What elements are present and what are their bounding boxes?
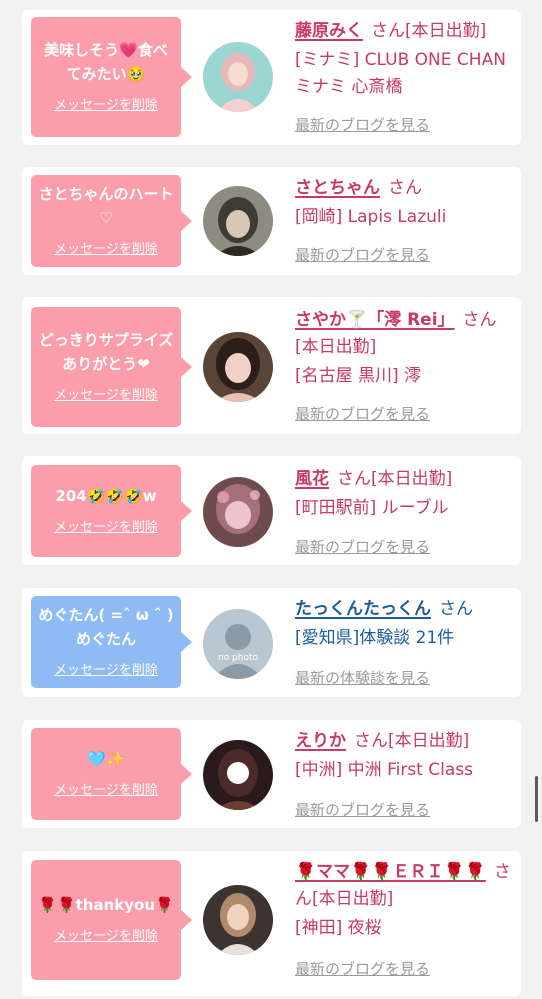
avatar[interactable] <box>203 885 273 955</box>
delete-message-link[interactable]: メッセージを削除 <box>54 238 158 257</box>
message-card: 🩵✨ メッセージを削除 えりか さん[本日出勤] [中洲] 中洲 First Cl… <box>22 720 521 828</box>
latest-blog-link[interactable]: 最新のブログを見る <box>295 536 430 557</box>
user-info: たっくんたっくん さん [愛知県]体験談 21件 <box>295 596 513 652</box>
message-text: 🌹🌹thankyou🌹 <box>38 895 174 914</box>
message-bubble: めぐたん( =ˆ ω ˆ )めぐたん メッセージを削除 <box>31 596 192 688</box>
shop-name: 澪 <box>404 366 422 386</box>
honorific: さん <box>371 21 405 41</box>
message-bubble: 🌹🌹thankyou🌹 メッセージを削除 <box>31 860 192 980</box>
avatar[interactable]: no photo <box>203 609 273 679</box>
honorific: さん <box>462 310 497 330</box>
area-label: [名古屋 黒川] <box>295 366 399 386</box>
status-badge: [本日出勤] <box>371 469 453 489</box>
message-bubble: さとちゃんのハート♡ メッセージを削除 <box>31 175 192 267</box>
honorific: さん <box>354 731 388 751</box>
shop-name: ルーブル <box>381 498 449 518</box>
delete-message-link[interactable]: メッセージを削除 <box>54 925 158 944</box>
cast-name-link[interactable]: さとちゃん <box>295 178 380 198</box>
avatar[interactable] <box>203 42 273 112</box>
cast-info: さやか🍸「澪 Rei」 さん [本日出勤] [名古屋 黒川] 澪 <box>295 307 513 390</box>
cast-info: 🌹ママ🌹🌹ＥＲＩ🌹🌹 さん[本日出勤] [神田] 夜桜 <box>295 859 513 942</box>
cast-name-link[interactable]: 藤原みく <box>295 21 363 41</box>
message-text: どっきりサプライズありがとう❤︎ <box>38 331 174 373</box>
cast-info: えりか さん[本日出勤] [中洲] 中洲 First Class <box>295 728 513 784</box>
area-label: [神田] <box>295 918 343 938</box>
latest-blog-link[interactable]: 最新のブログを見る <box>295 403 430 424</box>
avatar[interactable] <box>203 332 273 402</box>
status-badge: [本日出勤] <box>312 889 394 909</box>
review-count: 体験談 21件 <box>359 628 455 648</box>
cast-info: さとちゃん さん [岡崎] Lapis Lazuli <box>295 175 513 231</box>
latest-blog-link[interactable]: 最新のブログを見る <box>295 799 430 820</box>
message-bubble: どっきりサプライズありがとう❤︎ メッセージを削除 <box>31 307 192 427</box>
cast-name-link[interactable]: 風花 <box>295 469 329 489</box>
avatar[interactable] <box>203 477 273 547</box>
area-label: [ミナミ] <box>295 50 360 70</box>
avatar[interactable] <box>203 740 273 810</box>
no-photo-label: no photo <box>217 653 259 663</box>
latest-review-link[interactable]: 最新の体験談を見る <box>295 667 430 688</box>
message-text: 🩵✨ <box>87 749 125 768</box>
message-card: 美味しそう💗食べてみたい🥹 メッセージを削除 藤原みく さん[本日出勤] [ミナミ… <box>22 10 521 145</box>
shop-name: 中洲 First Class <box>347 760 473 780</box>
area-label: [中洲] <box>295 760 343 780</box>
message-card: さとちゃんのハート♡ メッセージを削除 さとちゃん さん [岡崎] Lapis L… <box>22 167 521 275</box>
avatar[interactable] <box>203 186 273 256</box>
message-bubble: 美味しそう💗食べてみたい🥹 メッセージを削除 <box>31 17 192 137</box>
latest-blog-link[interactable]: 最新のブログを見る <box>295 244 430 265</box>
message-text: 204🤣🤣🤣w <box>55 486 157 505</box>
status-badge: [本日出勤] <box>405 21 487 41</box>
delete-message-link[interactable]: メッセージを削除 <box>54 384 158 403</box>
area-label: [町田駅前] <box>295 498 377 518</box>
message-card: めぐたん( =ˆ ω ˆ )めぐたん メッセージを削除 no photo たっく… <box>22 588 521 697</box>
message-text: 美味しそう💗食べてみたい🥹 <box>44 41 168 83</box>
status-badge: [本日出勤] <box>388 731 470 751</box>
message-card: どっきりサプライズありがとう❤︎ メッセージを削除 さやか🍸「澪 Rei」 さん [… <box>22 297 521 434</box>
delete-message-link[interactable]: メッセージを削除 <box>54 516 158 535</box>
status-badge: [本日出勤] <box>295 337 377 357</box>
delete-message-link[interactable]: メッセージを削除 <box>54 659 158 678</box>
latest-blog-link[interactable]: 最新のブログを見る <box>295 114 430 135</box>
latest-blog-link[interactable]: 最新のブログを見る <box>295 958 430 979</box>
delete-message-link[interactable]: メッセージを削除 <box>54 779 158 798</box>
cast-name-link[interactable]: さやか🍸「澪 Rei」 <box>295 310 455 330</box>
cast-name-link[interactable]: 🌹ママ🌹🌹ＥＲＩ🌹🌹 <box>295 862 486 882</box>
message-bubble: 204🤣🤣🤣w メッセージを削除 <box>31 465 192 557</box>
honorific: さん <box>439 599 473 619</box>
message-text: さとちゃんのハート♡ <box>38 185 174 227</box>
cast-info: 藤原みく さん[本日出勤] [ミナミ] CLUB ONE CHAN ミナミ 心斎橋 <box>295 18 513 101</box>
cast-info: 風花 さん[本日出勤] [町田駅前] ルーブル <box>295 466 513 522</box>
user-name-link[interactable]: たっくんたっくん <box>295 599 431 619</box>
honorific: さん <box>337 469 371 489</box>
message-card: 204🤣🤣🤣w メッセージを削除 風花 さん[本日出勤] [町田駅前] ルーブル … <box>22 456 521 565</box>
cast-name-link[interactable]: えりか <box>295 731 346 751</box>
message-bubble: 🩵✨ メッセージを削除 <box>31 728 192 820</box>
honorific: さん <box>388 178 422 198</box>
shop-name: Lapis Lazuli <box>347 207 447 227</box>
area-label: [岡崎] <box>295 207 343 227</box>
message-text: めぐたん( =ˆ ω ˆ )めぐたん <box>38 606 174 648</box>
shop-name: 夜桜 <box>347 918 382 938</box>
delete-message-link[interactable]: メッセージを削除 <box>54 94 158 113</box>
message-card: 🌹🌹thankyou🌹 メッセージを削除 🌹ママ🌹🌹ＥＲＩ🌹🌹 さん[本日出勤] … <box>22 851 521 996</box>
area-label: [愛知県] <box>295 628 360 648</box>
scrollbar[interactable] <box>535 776 538 822</box>
